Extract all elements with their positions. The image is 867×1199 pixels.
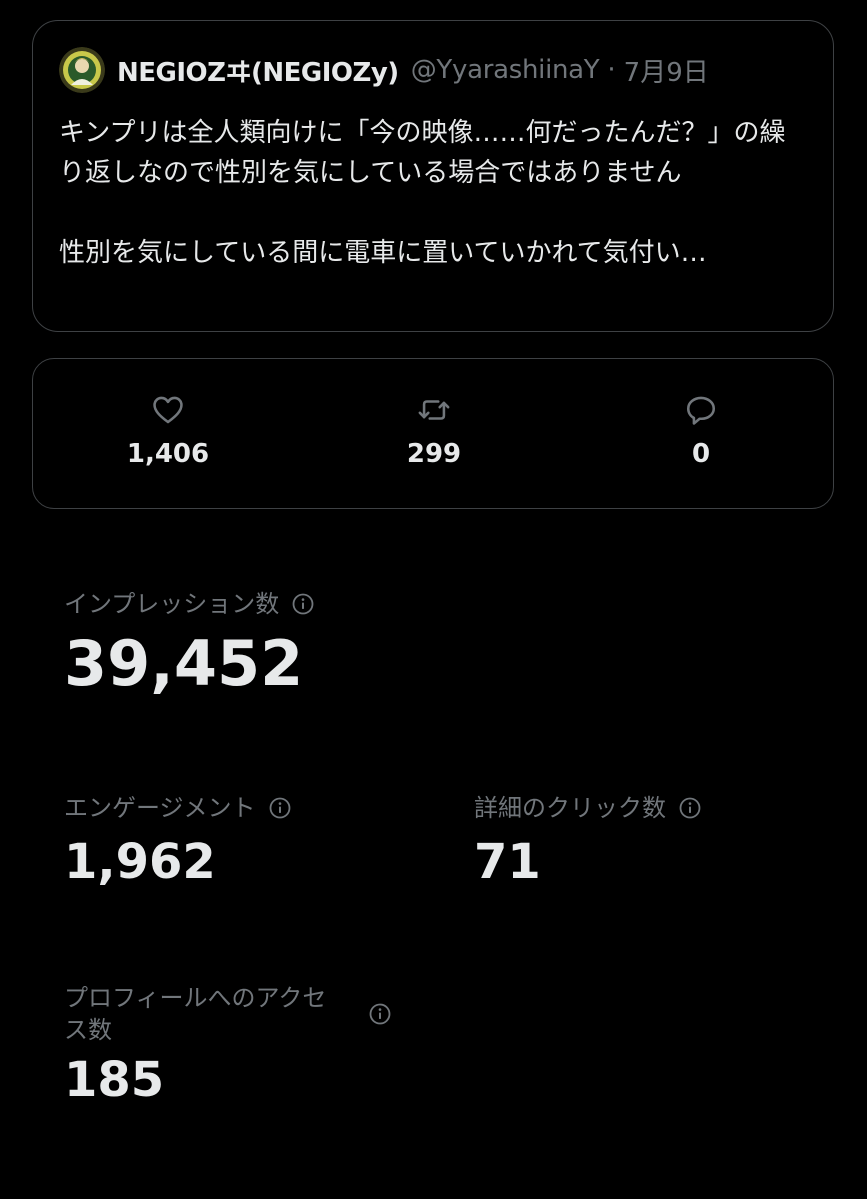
like-count: 1,406	[126, 439, 210, 469]
tweet-date[interactable]: 7月9日	[624, 52, 709, 89]
engagements-label: エンゲージメント	[64, 794, 256, 822]
separator-dot: ·	[607, 55, 616, 85]
retweet-count: 299	[406, 439, 462, 469]
avatar[interactable]	[59, 47, 105, 93]
detail-clicks-label: 詳細のクリック数	[474, 794, 666, 822]
tweet-header: NEGIOZヰ(NEGIOZy) @YyarashiinaY · 7月9日	[59, 47, 807, 93]
profile-visits-label-line1: プロフィールへのアクセ	[64, 984, 327, 1012]
reply-count: 0	[691, 439, 711, 469]
profile-visits-label-line2: ス数	[64, 1016, 112, 1044]
impressions-value: 39,452	[64, 627, 304, 700]
author-display-name[interactable]: NEGIOZヰ(NEGIOZy)	[117, 52, 399, 89]
heart-icon	[153, 396, 183, 424]
info-icon[interactable]	[291, 592, 315, 616]
engagements-label-row: エンゲージメント	[64, 792, 292, 824]
info-icon[interactable]	[268, 796, 292, 820]
impressions-label-row: インプレッション数	[64, 588, 315, 620]
like-stat[interactable]: 1,406	[68, 393, 268, 469]
detail-clicks-value: 71	[474, 834, 541, 890]
reply-stat[interactable]: 0	[601, 393, 801, 469]
profile-visits-label: プロフィールへのアクセ ス数	[64, 982, 344, 1046]
reply-icon	[686, 396, 716, 425]
tweet-text: キンプリは全人類向けに「今の映像……何だったんだ？」の繰り返しなので性別を気にし…	[59, 118, 786, 268]
quoted-tweet-card[interactable]: NEGIOZヰ(NEGIOZy) @YyarashiinaY · 7月9日 キン…	[32, 20, 834, 332]
retweet-stat[interactable]: 299	[334, 393, 534, 469]
retweet-icon	[418, 400, 450, 420]
impressions-metric: インプレッション数 39,452	[64, 588, 315, 700]
engagements-value: 1,962	[64, 834, 216, 890]
engagements-metric: エンゲージメント 1,962	[64, 792, 292, 890]
engagement-stats-card: 1,406 299 0	[32, 358, 834, 509]
info-icon[interactable]	[678, 796, 702, 820]
profile-visits-label-row: プロフィールへのアクセ ス数	[64, 982, 404, 1046]
info-icon[interactable]	[368, 1002, 392, 1026]
author-handle[interactable]: @YyarashiinaY	[411, 55, 600, 85]
impressions-label: インプレッション数	[64, 590, 280, 618]
detail-clicks-label-row: 詳細のクリック数	[474, 792, 702, 824]
profile-visits-value: 185	[64, 1052, 165, 1108]
detail-clicks-metric: 詳細のクリック数 71	[474, 792, 702, 890]
profile-visits-metric: プロフィールへのアクセ ス数 185	[64, 982, 404, 1108]
